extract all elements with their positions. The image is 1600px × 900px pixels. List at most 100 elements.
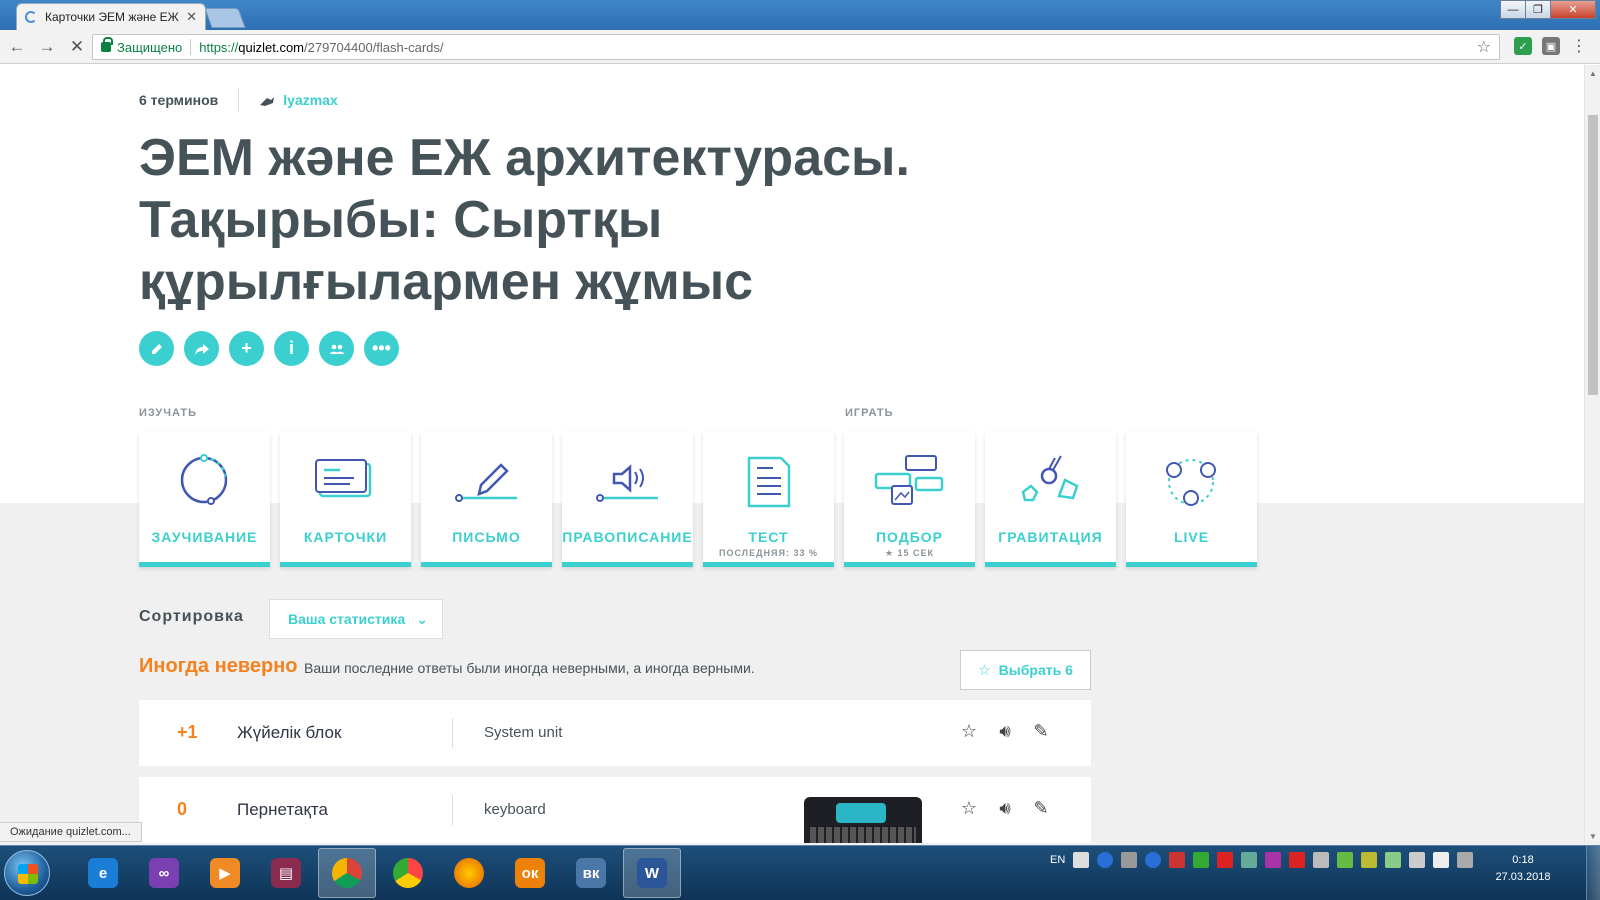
test-icon xyxy=(747,456,791,508)
chevron-down-icon: ⌄ xyxy=(416,611,428,627)
pencil-icon[interactable]: ✎ xyxy=(1031,720,1051,742)
meta-divider xyxy=(238,88,240,112)
forward-button[interactable]: → xyxy=(34,34,60,60)
start-button[interactable] xyxy=(4,850,50,896)
share-arrow-icon xyxy=(194,343,209,355)
help-circle-icon[interactable] xyxy=(1145,852,1162,868)
card-actions: ☆ 🔊︎ ✎ xyxy=(959,797,1051,819)
signal-icon[interactable] xyxy=(1313,852,1330,868)
card-actions: ☆ 🔊︎ ✎ xyxy=(959,720,1051,742)
taskbar-ie[interactable]: e xyxy=(74,848,132,898)
star-outline-icon: ☆ xyxy=(978,661,991,678)
mode-learn[interactable]: ЗАУЧИВАНИЕ xyxy=(139,432,270,567)
tray-x-icon[interactable] xyxy=(1217,852,1234,868)
taskbar-ok[interactable]: ок xyxy=(501,848,559,898)
flag-icon[interactable] xyxy=(1433,852,1450,868)
speaker-icon[interactable]: 🔊︎ xyxy=(995,720,1015,742)
tray-music-icon[interactable] xyxy=(1385,852,1402,868)
tray-check-icon[interactable] xyxy=(1193,852,1210,868)
display-icon[interactable] xyxy=(1457,852,1474,868)
edit-button[interactable] xyxy=(139,331,174,366)
tray-app-icon[interactable] xyxy=(1169,852,1186,868)
card-definition: keyboard xyxy=(484,801,546,818)
more-button[interactable]: ••• xyxy=(364,331,399,366)
bookmark-star-icon[interactable]: ☆ xyxy=(1477,37,1491,57)
taskbar-media[interactable]: ▶ xyxy=(196,848,254,898)
adguard-extension-icon[interactable]: ✓ xyxy=(1514,37,1532,55)
menu-icon[interactable]: ⋮ xyxy=(1570,37,1588,55)
tab-close-icon[interactable]: ✕ xyxy=(186,9,197,25)
address-bar[interactable]: Защищено https:// quizlet.com /279704400… xyxy=(92,34,1500,60)
taskbar-firefox[interactable] xyxy=(440,848,498,898)
mode-sub: ★ 15 СЕК xyxy=(884,548,935,558)
system-tray: EN xyxy=(1050,852,1474,868)
extension-icon[interactable]: ▣ xyxy=(1542,37,1560,55)
page-scrollbar[interactable]: ▲ ▼ xyxy=(1584,65,1600,845)
back-button[interactable]: ← xyxy=(4,34,30,60)
tray-tool-icon[interactable] xyxy=(1241,852,1258,868)
language-indicator[interactable]: EN xyxy=(1050,854,1065,866)
help-icon[interactable] xyxy=(1097,852,1114,868)
browser-tab[interactable]: Карточки ЭЕМ және ЕЖ ✕ xyxy=(16,3,206,30)
url-protocol: https:// xyxy=(199,39,239,55)
class-button[interactable] xyxy=(319,331,354,366)
star-icon[interactable]: ☆ xyxy=(959,720,979,742)
restore-button[interactable]: ❐ xyxy=(1525,0,1551,19)
close-window-button[interactable]: ✕ xyxy=(1550,0,1596,19)
winrar-icon: ▤ xyxy=(271,858,301,888)
study-modes: ЗАУЧИВАНИЕ КАРТОЧКИ ПИСЬМО ПРАВОПИСАНИЕ … xyxy=(139,432,1257,567)
mode-label: LIVE xyxy=(1173,529,1210,545)
speaker-icon[interactable]: 🔊︎ xyxy=(995,797,1015,819)
system-clock[interactable]: 0:18 27.03.2018 xyxy=(1488,852,1558,886)
mode-test[interactable]: ТЕСТ ПОСЛЕДНЯЯ: 33 % xyxy=(703,432,834,567)
lock-icon xyxy=(101,37,113,52)
mode-label: ПРАВОПИСАНИЕ xyxy=(562,529,693,545)
mode-live[interactable]: LIVE xyxy=(1126,432,1257,567)
mode-spell[interactable]: ПРАВОПИСАНИЕ xyxy=(562,432,693,567)
taskbar-chrome[interactable] xyxy=(318,848,376,898)
author-avatar-icon xyxy=(259,94,275,106)
scroll-thumb[interactable] xyxy=(1588,115,1598,395)
select-label: Выбрать 6 xyxy=(998,662,1073,678)
mode-gravity[interactable]: ГРАВИТАЦИЯ xyxy=(985,432,1116,567)
taskbar-word[interactable]: W xyxy=(623,848,681,898)
tab-title: Карточки ЭЕМ және ЕЖ xyxy=(45,10,179,24)
info-button[interactable]: i xyxy=(274,331,309,366)
tray-close-icon[interactable] xyxy=(1289,852,1306,868)
show-desktop-button[interactable] xyxy=(1586,846,1600,900)
mode-match[interactable]: ПОДБОР ★ 15 СЕК xyxy=(844,432,975,567)
mode-label: ЗАУЧИВАНИЕ xyxy=(151,529,258,545)
add-button[interactable]: + xyxy=(229,331,264,366)
page-content: 6 терминов lyazmax ЭЕМ және ЕЖ архитекту… xyxy=(0,65,1584,845)
share-button[interactable] xyxy=(184,331,219,366)
mode-flashcards[interactable]: КАРТОЧКИ xyxy=(280,432,411,567)
mode-write[interactable]: ПИСЬМО xyxy=(421,432,552,567)
star-icon[interactable]: ☆ xyxy=(959,797,979,819)
tray-yellow-icon[interactable] xyxy=(1361,852,1378,868)
onenote-icon[interactable] xyxy=(1265,852,1282,868)
mode-label: ТЕСТ xyxy=(748,529,789,545)
taskbar-yandex[interactable] xyxy=(379,848,437,898)
live-icon xyxy=(1166,459,1216,506)
tray-green-icon[interactable] xyxy=(1337,852,1354,868)
mode-label: ГРАВИТАЦИЯ xyxy=(998,529,1103,545)
status-bubble: Ожидание quizlet.com... xyxy=(0,822,142,842)
minimize-button[interactable]: — xyxy=(1500,0,1526,19)
select-all-button[interactable]: ☆ Выбрать 6 xyxy=(960,650,1091,690)
pencil-icon[interactable]: ✎ xyxy=(1031,797,1051,819)
learn-icon xyxy=(180,454,228,505)
author-link[interactable]: lyazmax xyxy=(283,92,337,108)
taskbar-vs[interactable]: ∞ xyxy=(135,848,193,898)
vk-icon: вк xyxy=(576,858,606,888)
keyboard-layout-icon[interactable] xyxy=(1073,852,1090,868)
sort-dropdown[interactable]: Ваша статистика ⌄ xyxy=(269,599,443,639)
new-tab-button[interactable] xyxy=(204,8,246,28)
taskbar-winrar[interactable]: ▤ xyxy=(257,848,315,898)
tray-expand-icon[interactable] xyxy=(1121,852,1138,868)
scroll-up-icon[interactable]: ▲ xyxy=(1589,69,1597,78)
stop-button[interactable]: ✕ xyxy=(64,34,90,60)
browser-toolbar: ← → ✕ Защищено https:// quizlet.com /279… xyxy=(0,30,1600,64)
volume-icon[interactable] xyxy=(1409,852,1426,868)
scroll-down-icon[interactable]: ▼ xyxy=(1589,832,1597,841)
taskbar-vk[interactable]: вк xyxy=(562,848,620,898)
